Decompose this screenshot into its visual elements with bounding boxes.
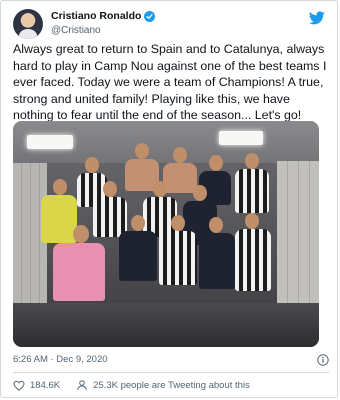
tweet-meta: 6:26 AM · Dec 9, 2020 (13, 354, 329, 368)
twitter-bird-icon[interactable] (309, 11, 325, 25)
tweet-card: Cristiano Ronaldo @Cristiano Always grea… (0, 0, 338, 398)
person-icon (77, 380, 87, 390)
author-avatar[interactable] (13, 9, 43, 39)
heart-icon (13, 380, 25, 391)
tweet-header: Cristiano Ronaldo @Cristiano (13, 7, 329, 43)
author-handle[interactable]: @Cristiano (51, 25, 101, 36)
tweet-actions: 184.6K 25.3K people are Tweeting about t… (13, 378, 266, 392)
ceiling-light (27, 135, 73, 149)
divider (13, 372, 329, 373)
verified-badge-icon (144, 10, 156, 22)
like-button[interactable]: 184.6K (13, 380, 60, 391)
author-name-row: Cristiano Ronaldo (51, 10, 156, 22)
photo-lockers (277, 161, 319, 311)
ceiling-light (219, 131, 263, 145)
like-count: 184.6K (30, 379, 61, 391)
author-name[interactable]: Cristiano Ronaldo (51, 10, 141, 22)
tweet-timestamp[interactable]: 6:26 AM · Dec 9, 2020 (13, 354, 108, 365)
team-photo[interactable] (13, 121, 319, 347)
tweet-text: Always great to return to Spain and to C… (13, 42, 327, 122)
tweeting-link[interactable]: 25.3K people are Tweeting about this (76, 379, 250, 391)
tweeting-count: 25.3K people are Tweeting about this (93, 379, 250, 391)
info-icon[interactable] (317, 354, 329, 366)
photo-floor (13, 303, 319, 347)
